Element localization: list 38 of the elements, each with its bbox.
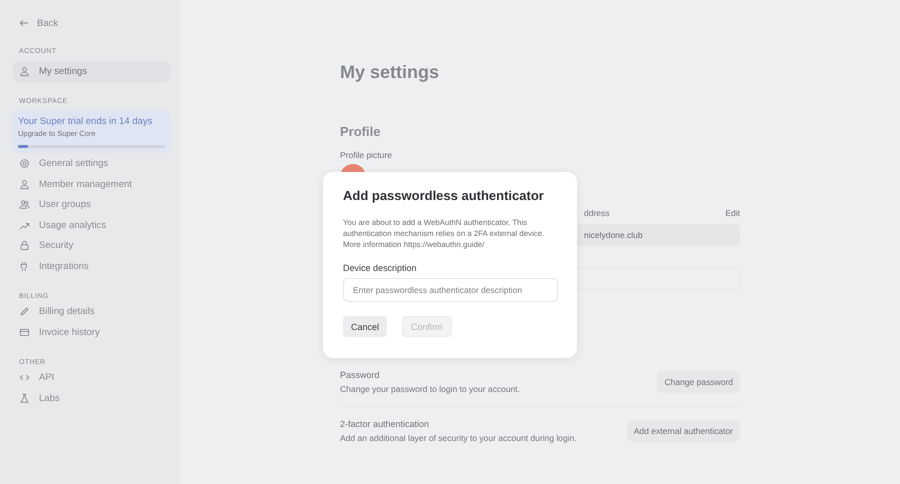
users-icon	[19, 199, 30, 210]
field-label: Profile picture	[340, 150, 393, 160]
pen-icon	[19, 306, 30, 318]
setting-description: Change your password to login to your account.	[340, 384, 520, 394]
field-label: Device description	[343, 263, 418, 273]
sidebar-item[interactable]: Invoice history	[13, 322, 170, 342]
sidebar-item[interactable]: User groups	[13, 194, 170, 215]
sidebar-item[interactable]: Billing details	[13, 302, 170, 322]
setting-title: 2-factor authentication	[340, 419, 430, 429]
plug-icon	[19, 260, 30, 272]
sidebar-item[interactable]: General settings	[13, 154, 170, 174]
setting-title: Password	[340, 370, 381, 380]
section-title: Profile	[340, 124, 382, 141]
setting-button[interactable]: Add external authenticator	[626, 420, 740, 442]
sidebar-item[interactable]: Integrations	[13, 256, 170, 276]
setting-button[interactable]: Change password	[657, 371, 740, 393]
sidebar-item[interactable]: Security	[13, 236, 170, 256]
description-field[interactable]: Enter passwordless authenticator description	[343, 278, 558, 302]
back-arrow-icon	[19, 18, 29, 28]
sidebar-item[interactable]: Usage analytics	[13, 215, 170, 236]
setting-description: Add an additional layer of security to your account during login.	[340, 433, 577, 443]
sidebar-item[interactable]: Labs	[13, 388, 170, 408]
card-icon	[19, 326, 30, 338]
sidebar-item[interactable]: Member management	[13, 174, 170, 194]
lock-icon	[19, 240, 30, 252]
edit-link[interactable]: Edit	[725, 208, 740, 218]
settings-icon	[19, 158, 30, 170]
back-link[interactable]: Back	[13, 14, 170, 32]
page-title: My settings	[340, 62, 440, 84]
user-icon	[19, 66, 30, 77]
trial-title: Your Super trial ends in 14 days	[18, 116, 154, 126]
dialog-title: Add passwordless authenticator	[343, 188, 545, 203]
sidebar-item[interactable]: API	[13, 368, 170, 388]
user-icon	[19, 178, 30, 190]
flask-icon	[19, 392, 30, 404]
sidebar-item[interactable]: My settings	[13, 61, 170, 82]
dialog-button[interactable]: Cancel	[343, 316, 388, 337]
field-label: ddress	[584, 208, 610, 218]
